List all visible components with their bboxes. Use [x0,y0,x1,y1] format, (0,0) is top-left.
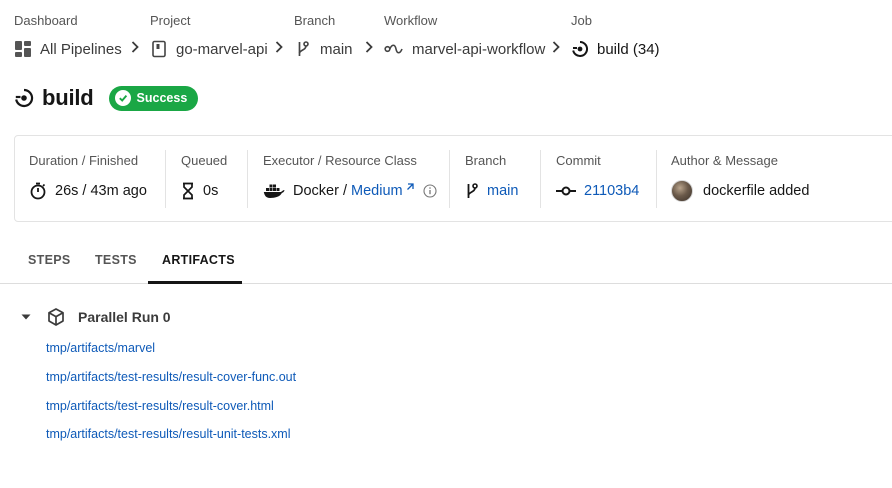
commit-cell: Commit 21103b4 [556,136,639,221]
commit-value-row: 21103b4 [556,181,639,201]
resource-class-link[interactable]: Medium [351,183,403,199]
divider [540,150,541,208]
chevron-right-icon [551,40,561,54]
executor-value-row: Docker / Medium [263,181,437,201]
chevron-right-icon [364,40,374,54]
breadcrumb-job-link: build (34) [571,39,660,59]
job-icon [14,88,34,108]
divider [449,150,450,208]
breadcrumb-workflow: Workflow marvel-api-workflow [384,13,545,59]
status-badge-label: Success [136,91,188,105]
breadcrumb-workflow-link[interactable]: marvel-api-workflow [384,39,545,59]
breadcrumb-branch: Branch main [294,13,353,59]
artifact-link[interactable]: tmp/artifacts/test-results/result-unit-t… [46,427,291,441]
artifact-link[interactable]: tmp/artifacts/test-results/result-cover-… [46,370,296,384]
stopwatch-icon [29,182,47,200]
chevron-right-icon [130,40,140,54]
queued-label: Queued [181,153,228,168]
breadcrumb-project-link[interactable]: go-marvel-api [150,39,268,59]
job-icon [571,40,589,58]
commit-message: dockerfile added [703,183,810,199]
breadcrumb-dashboard-value: All Pipelines [40,40,122,58]
executor-separator: / [338,183,352,199]
branch-icon [294,40,312,58]
breadcrumb-workflow-label: Workflow [384,13,438,28]
commit-link[interactable]: 21103b4 [584,183,639,199]
executor-type: Docker [293,183,339,199]
repo-icon [150,40,168,58]
tab-artifacts[interactable]: ARTIFACTS [162,242,235,283]
duration-cell: Duration / Finished 26s / 43m ago [29,136,147,221]
artifact-group-header[interactable]: Parallel Run 0 [20,306,171,328]
breadcrumb-branch-link[interactable]: main [294,39,353,59]
duration-label: Duration / Finished [29,153,139,168]
commit-icon [556,185,576,197]
duration-value: 26s / 43m ago [55,183,147,199]
branch-link[interactable]: main [487,183,518,199]
status-badge: Success [108,85,199,111]
branch-label: Branch [465,153,507,168]
grid-icon [14,40,32,58]
page-header: build Success [14,84,199,112]
tab-tests[interactable]: TESTS [95,242,137,283]
commit-label: Commit [556,153,601,168]
executor-cell: Executor / Resource Class Docker / Mediu… [263,136,437,221]
job-info-card: Duration / Finished 26s / 43m ago Queued… [14,135,892,222]
chevron-right-icon [274,40,284,54]
avatar[interactable] [671,180,693,202]
queued-cell: Queued 0s [181,136,227,221]
hourglass-icon [181,182,195,200]
author-label: Author & Message [671,153,778,168]
divider [165,150,166,208]
breadcrumb-dashboard-link[interactable]: All Pipelines [14,39,122,59]
job-tabs: STEPS TESTS ARTIFACTS [0,242,892,284]
divider [656,150,657,208]
executor-label: Executor / Resource Class [263,153,417,168]
artifact-link[interactable]: tmp/artifacts/test-results/result-cover.… [46,399,274,413]
breadcrumb-job-value: build (34) [597,40,660,58]
duration-value-row: 26s / 43m ago [29,181,147,201]
breadcrumb-branch-value: main [320,40,353,58]
queued-value-row: 0s [181,181,227,201]
package-icon [46,307,66,327]
branch-icon [465,182,479,200]
caret-down-icon[interactable] [20,311,32,323]
docker-icon [263,183,285,199]
breadcrumb: Dashboard All Pipelines Project go-marve… [0,0,892,70]
breadcrumb-dashboard: Dashboard All Pipelines [14,13,122,59]
breadcrumb-project: Project go-marvel-api [150,13,268,59]
author-cell: Author & Message dockerfile added [671,136,809,221]
breadcrumb-job-label: Job [571,13,592,28]
breadcrumb-project-label: Project [150,13,191,28]
queued-value: 0s [203,183,219,199]
workflow-icon [384,40,404,58]
breadcrumb-workflow-value: marvel-api-workflow [412,40,546,58]
branch-cell: Branch main [465,136,518,221]
active-tab-indicator [148,281,242,284]
breadcrumb-branch-label: Branch [294,13,336,28]
tab-steps[interactable]: STEPS [28,242,71,283]
external-link-icon[interactable] [406,183,414,191]
artifact-group-title: Parallel Run 0 [78,309,171,325]
artifact-link[interactable]: tmp/artifacts/marvel [46,341,155,355]
breadcrumb-project-value: go-marvel-api [176,40,268,58]
breadcrumb-job: Job build (34) [571,13,660,59]
page-title: build [42,85,94,110]
info-icon[interactable] [423,184,437,198]
breadcrumb-dashboard-label: Dashboard [14,13,78,28]
author-value-row: dockerfile added [671,180,810,202]
divider [247,150,248,208]
branch-value-row: main [465,181,518,201]
check-icon [114,90,131,106]
